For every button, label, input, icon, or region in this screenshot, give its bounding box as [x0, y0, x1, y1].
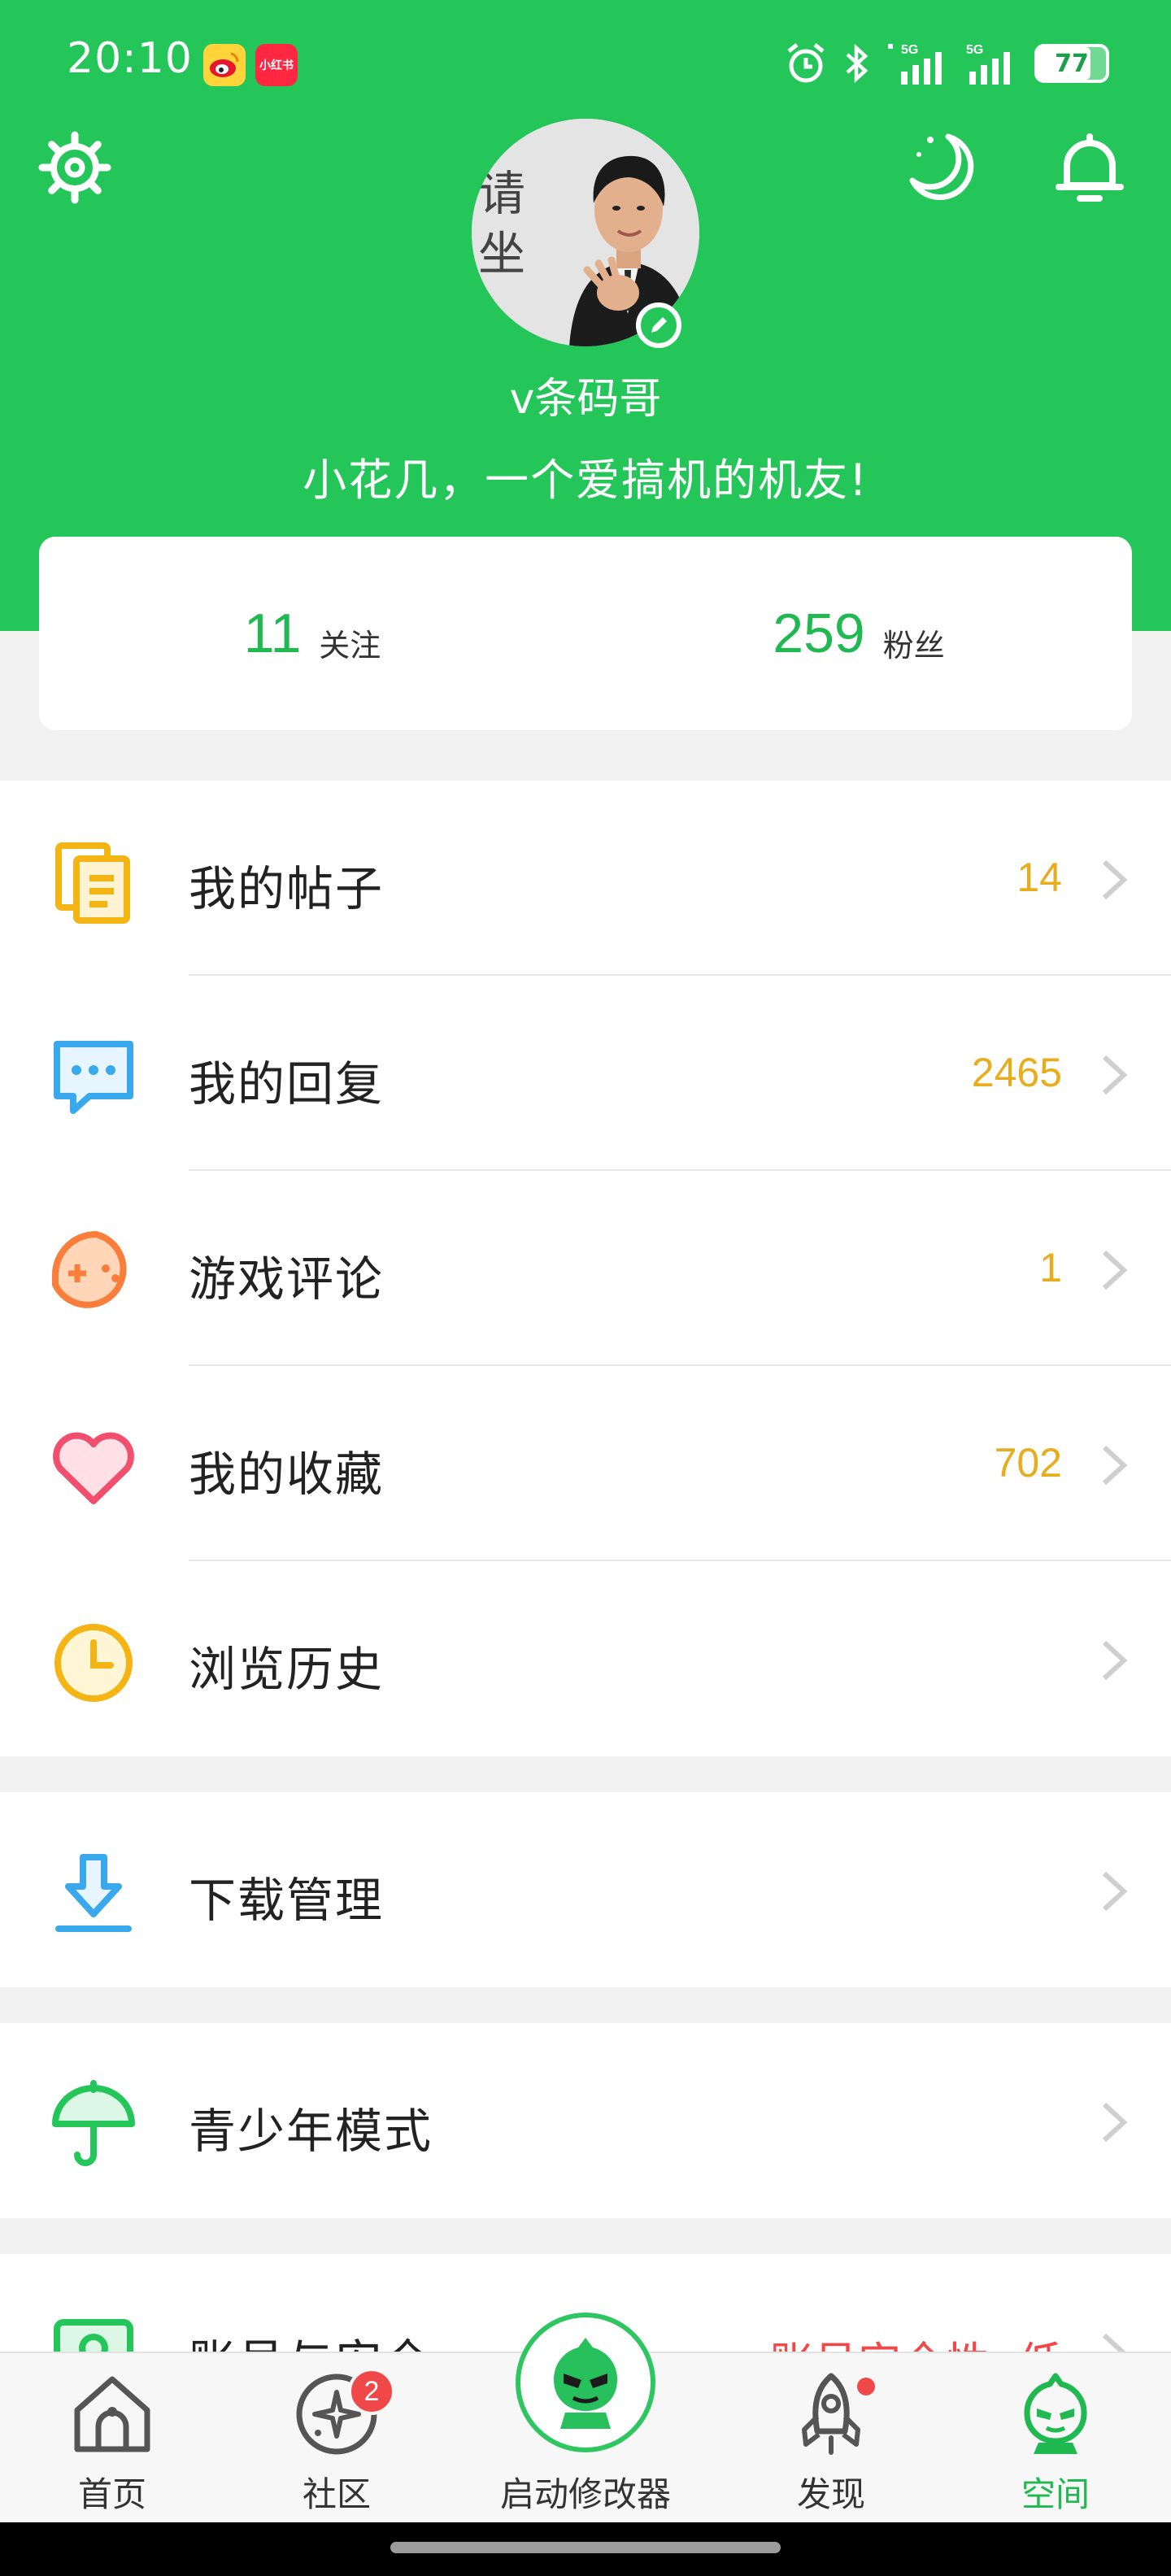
menu-count: 14	[1016, 855, 1062, 900]
svg-text:请: 请	[478, 166, 525, 221]
stats-card: 11 关注 259 粉丝	[39, 537, 1132, 730]
notification-badge: 2	[348, 2368, 395, 2415]
menu-label: 我的收藏	[189, 1447, 385, 1502]
nav-label: 空间	[1021, 2474, 1090, 2514]
chevron-right-icon	[1102, 1055, 1128, 1095]
followers-count: 259	[773, 603, 865, 664]
nav-launcher[interactable]: 启动修改器	[472, 2313, 699, 2524]
edit-avatar-icon[interactable]	[636, 302, 681, 348]
bottom-navigation: 首页 2 社区 启动修改器 发现 空间	[0, 2313, 1171, 2524]
alarm-icon	[787, 43, 825, 83]
menu-item-game-reviews[interactable]: 游戏评论 1	[0, 1171, 1171, 1366]
menu-group-teen: 青少年模式	[0, 2023, 1171, 2218]
nav-label: 首页	[77, 2474, 146, 2514]
settings-icon[interactable]	[34, 127, 115, 208]
svg-text:5G: 5G	[966, 43, 983, 57]
battery-indicator: 77	[1034, 44, 1109, 83]
following-stat[interactable]: 11 关注	[39, 537, 586, 730]
menu-count: 2465	[971, 1050, 1062, 1095]
following-label: 关注	[319, 627, 381, 664]
menu-item-favorites[interactable]: 我的收藏 702	[0, 1366, 1171, 1561]
clock-icon	[54, 1624, 133, 1702]
chevron-right-icon	[1102, 1871, 1128, 1912]
nav-home[interactable]: 首页	[23, 2353, 202, 2524]
nav-community[interactable]: 2 社区	[247, 2353, 426, 2524]
download-icon	[55, 1854, 132, 1932]
menu-label: 游戏评论	[189, 1251, 385, 1307]
menu-count: 702	[994, 1440, 1062, 1486]
nav-space[interactable]: 空间	[966, 2353, 1145, 2524]
nav-label: 启动修改器	[499, 2474, 671, 2514]
menu-item-history[interactable]: 浏览历史	[0, 1561, 1171, 1756]
chat-bubble-icon	[54, 1041, 133, 1114]
weibo-icon	[203, 44, 246, 86]
status-bar: 20:10 小红书 5G 5G 77	[0, 0, 1171, 130]
chevron-right-icon	[1102, 1640, 1128, 1681]
alien-icon	[553, 2338, 618, 2429]
xiaohongshu-icon: 小红书	[255, 44, 298, 86]
nav-discover[interactable]: 发现	[742, 2353, 921, 2524]
username[interactable]: v条码哥	[0, 364, 1171, 425]
following-count: 11	[243, 603, 302, 664]
menu-label: 青少年模式	[189, 2104, 433, 2159]
menu-item-my-posts[interactable]: 我的帖子 14	[0, 781, 1171, 976]
menu-label: 浏览历史	[189, 1642, 385, 1697]
gesture-area	[0, 2522, 1171, 2576]
chevron-right-icon	[1102, 1445, 1128, 1486]
menu-label: 我的回复	[189, 1056, 385, 1112]
chevron-right-icon	[1102, 1250, 1128, 1290]
posts-icon	[55, 842, 130, 924]
bell-icon[interactable]	[1049, 127, 1130, 208]
chevron-right-icon	[1102, 859, 1128, 900]
launcher-button[interactable]	[516, 2313, 655, 2452]
menu-item-downloads[interactable]: 下载管理	[0, 1792, 1171, 1987]
status-time: 20:10	[67, 34, 193, 83]
umbrella-icon	[52, 2080, 135, 2166]
menu-label: 下载管理	[189, 1873, 385, 1928]
space-alien-icon	[1024, 2373, 1087, 2454]
signal-icon: 5G	[888, 43, 942, 85]
heart-icon	[53, 1432, 134, 1504]
svg-text:5G: 5G	[901, 43, 918, 57]
status-icons: 5G 5G 77	[784, 39, 1109, 88]
gamepad-icon	[52, 1231, 127, 1308]
menu-item-teen-mode[interactable]: 青少年模式	[0, 2023, 1171, 2218]
home-icon	[74, 2376, 150, 2452]
svg-text:坐: 坐	[478, 226, 525, 281]
menu-label: 我的帖子	[189, 861, 385, 916]
home-indicator[interactable]	[390, 2542, 781, 2553]
menu-group-content: 我的帖子 14 我的回复 2465 游戏评论 1 我的收藏 702 浏览历史	[0, 781, 1171, 1756]
bluetooth-icon	[846, 43, 868, 84]
followers-label: 粉丝	[882, 627, 945, 664]
new-content-dot	[857, 2378, 875, 2395]
signal-icon: 5G	[966, 43, 1010, 85]
moon-icon[interactable]	[898, 127, 979, 208]
followers-stat[interactable]: 259 粉丝	[586, 537, 1132, 730]
nav-label: 发现	[796, 2474, 865, 2514]
menu-group-downloads: 下载管理	[0, 1792, 1171, 1987]
user-bio: 小花几，一个爱搞机的机友!	[303, 455, 868, 506]
chevron-right-icon	[1102, 2102, 1128, 2143]
menu-item-my-replies[interactable]: 我的回复 2465	[0, 976, 1171, 1171]
nav-label: 社区	[302, 2474, 371, 2514]
menu-count: 1	[1039, 1245, 1062, 1290]
